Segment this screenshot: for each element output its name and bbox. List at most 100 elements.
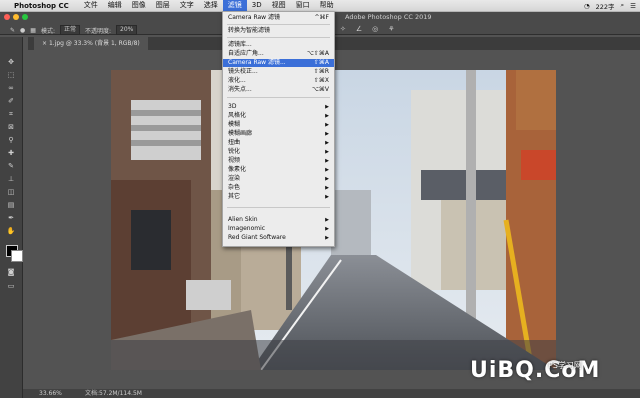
symmetry-icon[interactable]: ⚘ bbox=[388, 25, 394, 33]
submenu-arrow-icon: ▶ bbox=[325, 217, 329, 223]
status-tray: ◔ 222字 ⌕ ☰ bbox=[584, 0, 636, 11]
menu-item-convert-smart-filter[interactable]: 转换为智能滤镜 bbox=[223, 27, 334, 35]
tab-close-icon[interactable]: × bbox=[42, 40, 49, 47]
status-bar: 33.66% 文档:57.2M/114.5M bbox=[23, 389, 640, 398]
angle-icon[interactable]: ∠ bbox=[356, 25, 362, 33]
menu-item-vanishing-point[interactable]: 消失点... ⌥⌘V bbox=[223, 86, 334, 94]
watermark-caption: PS学习网 bbox=[548, 361, 582, 370]
menu-select[interactable]: 选择 bbox=[199, 0, 223, 11]
menu-item-blur[interactable]: 模糊 ▶ bbox=[223, 121, 334, 129]
menu-item-liquify[interactable]: 液化... ⇧⌘X bbox=[223, 77, 334, 85]
menu-view[interactable]: 视图 bbox=[267, 0, 291, 11]
stamp-tool-icon[interactable]: ⊥ bbox=[6, 174, 16, 185]
eyedropper-tool-icon[interactable]: ⚲ bbox=[6, 135, 16, 146]
menu-item-video[interactable]: 视频 ▶ bbox=[223, 157, 334, 165]
opacity-field[interactable]: 20% bbox=[116, 25, 138, 35]
brush-tool-icon-panel[interactable]: ✎ bbox=[6, 161, 16, 172]
tools-panel: ✥ ⬚ ∞ ✐ ⌗ ⊠ ⚲ ✚ ✎ ⊥ ◫ ▤ ✒ ✋ ◙ ▭ bbox=[0, 37, 23, 398]
pressure-icon[interactable]: ◎ bbox=[372, 25, 378, 33]
document-tab-label: 1.jpg @ 33.3% (背景 1, RGB/8) bbox=[48, 40, 140, 47]
move-tool-icon[interactable]: ✥ bbox=[6, 57, 16, 68]
menu-separator bbox=[227, 97, 330, 98]
pen-tool-icon[interactable]: ✒ bbox=[6, 213, 16, 224]
menu-item-3d[interactable]: 3D ▶ bbox=[223, 103, 334, 111]
menu-filter[interactable]: 滤镜 bbox=[222, 0, 247, 11]
minimize-button[interactable] bbox=[13, 14, 19, 20]
menu-item-adaptive-wide-angle[interactable]: 自适应广角... ⌥⇧⌘A bbox=[223, 50, 334, 58]
eraser-tool-icon[interactable]: ◫ bbox=[6, 187, 16, 198]
menu-item-filter-gallery[interactable]: 滤镜库... bbox=[223, 41, 334, 49]
wifi-icon[interactable]: ◔ bbox=[584, 2, 590, 10]
app-name-menu[interactable]: Photoshop CC bbox=[14, 2, 69, 10]
lasso-tool-icon[interactable]: ∞ bbox=[6, 83, 16, 94]
menu-window[interactable]: 窗口 bbox=[291, 0, 315, 11]
brush-preset-icon[interactable]: ● bbox=[20, 27, 25, 34]
close-button[interactable] bbox=[4, 14, 10, 20]
submenu-arrow-icon: ▶ bbox=[325, 185, 329, 191]
screen-mode-icon[interactable]: ▭ bbox=[6, 281, 16, 292]
brush-panel-icon[interactable]: ▦ bbox=[30, 27, 36, 34]
submenu-arrow-icon: ▶ bbox=[325, 226, 329, 232]
menu-type[interactable]: 文字 bbox=[175, 0, 199, 11]
document-tab[interactable]: × 1.jpg @ 33.3% (背景 1, RGB/8) bbox=[34, 37, 148, 50]
submenu-arrow-icon: ▶ bbox=[325, 113, 329, 119]
menu-separator bbox=[227, 24, 330, 25]
quick-select-tool-icon[interactable]: ✐ bbox=[6, 96, 16, 107]
submenu-arrow-icon: ▶ bbox=[325, 194, 329, 200]
window-controls bbox=[4, 14, 28, 20]
menu-item-pixelate[interactable]: 像素化 ▶ bbox=[223, 166, 334, 174]
menu-image[interactable]: 图像 bbox=[127, 0, 151, 11]
menu-item-distort[interactable]: 扭曲 ▶ bbox=[223, 139, 334, 147]
menu-separator bbox=[227, 207, 330, 208]
menu-item-lens-correction[interactable]: 镜头校正... ⇧⌘R bbox=[223, 68, 334, 76]
list-icon[interactable]: ☰ bbox=[630, 2, 636, 10]
document-size[interactable]: 文档:57.2M/114.5M bbox=[85, 389, 142, 398]
brush-tool-icon[interactable]: ✎ bbox=[10, 27, 15, 34]
zoom-level[interactable]: 33.66% bbox=[39, 389, 62, 398]
marquee-tool-icon[interactable]: ⬚ bbox=[6, 70, 16, 81]
submenu-arrow-icon: ▶ bbox=[325, 140, 329, 146]
filter-menu: Camera Raw 滤镜 ^⌘F 转换为智能滤镜 滤镜库... 自适应广角...… bbox=[222, 11, 335, 247]
airbrush-icon[interactable]: ✧ bbox=[340, 25, 346, 33]
menu-help[interactable]: 帮助 bbox=[315, 0, 339, 11]
gradient-tool-icon[interactable]: ▤ bbox=[6, 200, 16, 211]
battery-indicator[interactable]: 222字 bbox=[596, 1, 615, 11]
menu-edit[interactable]: 编辑 bbox=[103, 0, 127, 11]
menu-item-alien-skin[interactable]: Alien Skin ▶ bbox=[223, 216, 334, 224]
opacity-label: 不透明度: bbox=[85, 27, 112, 35]
submenu-arrow-icon: ▶ bbox=[325, 235, 329, 241]
menu-item-render[interactable]: 渲染 ▶ bbox=[223, 175, 334, 183]
quick-mask-icon[interactable]: ◙ bbox=[6, 267, 16, 278]
menu-item-camera-raw-last[interactable]: Camera Raw 滤镜 ^⌘F bbox=[223, 14, 334, 22]
brush-options: ✎ ● ▦ 模式: 正常 不透明度: 20% bbox=[10, 25, 138, 35]
mode-select[interactable]: 正常 bbox=[59, 25, 80, 35]
menu-file[interactable]: 文件 bbox=[79, 0, 103, 11]
mode-label: 模式: bbox=[40, 27, 55, 35]
menu-item-noise[interactable]: 杂色 ▶ bbox=[223, 184, 334, 192]
search-icon[interactable]: ⌕ bbox=[621, 1, 625, 10]
submenu-arrow-icon: ▶ bbox=[325, 104, 329, 110]
submenu-arrow-icon: ▶ bbox=[325, 131, 329, 137]
menu-item-red-giant[interactable]: Red Giant Software ▶ bbox=[223, 234, 334, 242]
background-color-swatch[interactable] bbox=[11, 250, 23, 262]
menu-3d[interactable]: 3D bbox=[247, 0, 267, 11]
options-icons: ✧ ∠ ◎ ⚘ bbox=[340, 25, 395, 33]
menu-layer[interactable]: 图层 bbox=[151, 0, 175, 11]
healing-tool-icon[interactable]: ✚ bbox=[6, 148, 16, 159]
menu-item-imagenomic[interactable]: Imagenomic ▶ bbox=[223, 225, 334, 233]
submenu-arrow-icon: ▶ bbox=[325, 176, 329, 182]
submenu-arrow-icon: ▶ bbox=[325, 158, 329, 164]
zoom-button[interactable] bbox=[22, 14, 28, 20]
menu-item-stylize[interactable]: 风格化 ▶ bbox=[223, 112, 334, 120]
menu-item-sharpen[interactable]: 锐化 ▶ bbox=[223, 148, 334, 156]
submenu-arrow-icon: ▶ bbox=[325, 122, 329, 128]
menu-item-camera-raw-filter[interactable]: Camera Raw 滤镜... ⇧⌘A bbox=[223, 59, 334, 67]
crop-tool-icon[interactable]: ⌗ bbox=[6, 109, 16, 120]
menu-item-blur-gallery[interactable]: 模糊画廊 ▶ bbox=[223, 130, 334, 138]
frame-tool-icon[interactable]: ⊠ bbox=[6, 122, 16, 133]
submenu-arrow-icon: ▶ bbox=[325, 167, 329, 173]
window-title: Adobe Photoshop CC 2019 bbox=[345, 13, 432, 21]
hand-tool-icon[interactable]: ✋ bbox=[6, 226, 16, 237]
menu-item-other[interactable]: 其它 ▶ bbox=[223, 193, 334, 201]
menu-separator bbox=[227, 37, 330, 38]
